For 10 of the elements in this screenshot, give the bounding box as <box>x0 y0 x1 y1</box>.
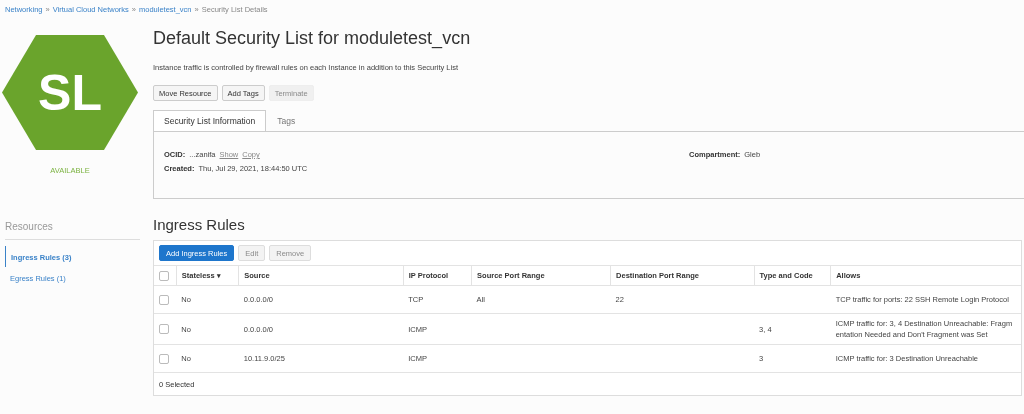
select-all-checkbox[interactable] <box>159 270 169 281</box>
section-title: Ingress Rules <box>153 216 246 234</box>
row-checkbox[interactable] <box>159 353 169 364</box>
tab[interactable]: Security List Information <box>153 110 267 131</box>
row-checkbox[interactable] <box>159 294 169 305</box>
resource-badge: SL <box>2 35 138 150</box>
page-title: Default Security List for moduletest_vcn <box>153 27 472 49</box>
resources-heading: Resources <box>5 221 140 240</box>
tab[interactable]: Tags <box>266 110 307 131</box>
row-checkbox[interactable] <box>159 324 169 334</box>
